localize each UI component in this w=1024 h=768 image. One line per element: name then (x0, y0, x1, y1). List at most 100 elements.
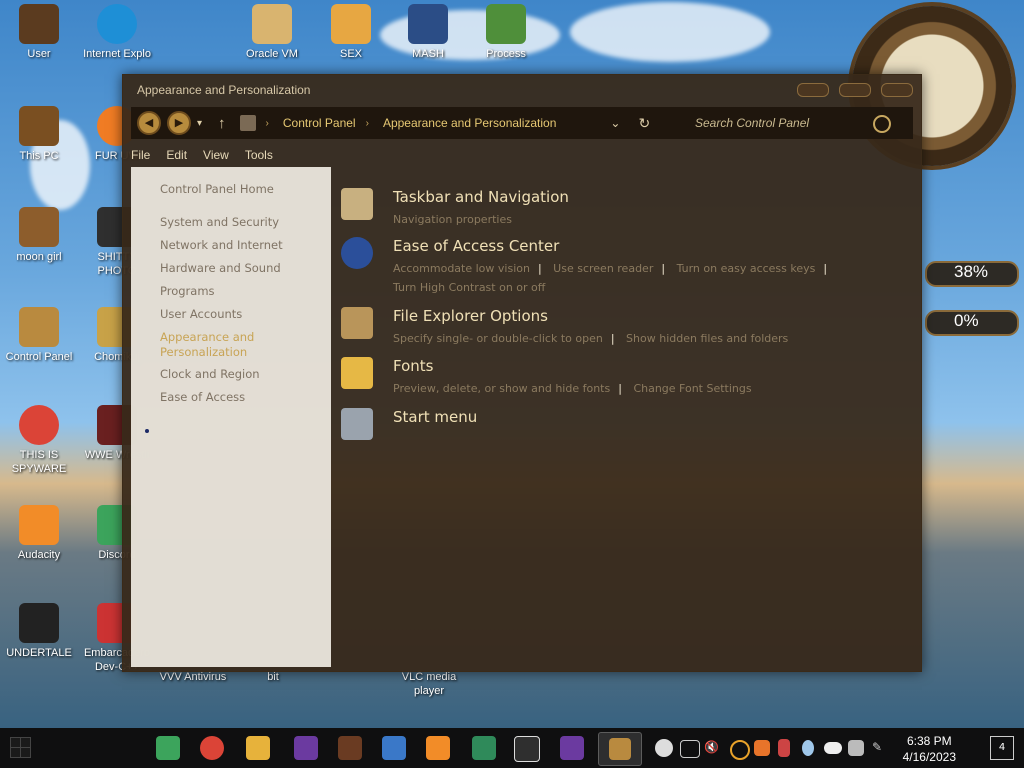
sidebar-item-programs[interactable]: Programs (160, 284, 215, 298)
link-single-double-click[interactable]: Specify single- or double-click to open (393, 332, 603, 345)
section-title[interactable]: File Explorer Options (393, 307, 548, 325)
desktop-icon-undertale[interactable]: UNDERTALE (2, 603, 76, 660)
user-folder-icon (19, 4, 59, 44)
search-icon[interactable] (730, 740, 750, 760)
pen-icon[interactable]: ✎ (872, 740, 888, 756)
desktop-icon-control-panel[interactable]: Control Panel (2, 307, 76, 364)
desktop-icon-chrome[interactable]: THIS IS SPYWARE (2, 405, 76, 476)
sidebar-item-clock-region[interactable]: Clock and Region (160, 367, 260, 381)
notifications-button[interactable]: 4 (990, 736, 1014, 760)
sidebar-item-system-security[interactable]: System and Security (160, 215, 279, 229)
menu-edit[interactable]: Edit (166, 148, 187, 162)
breadcrumb-separator-icon: › (265, 117, 269, 129)
desktop-icon-bit[interactable]: bit (236, 670, 310, 684)
time-text: 6:38 PM (906, 734, 952, 748)
taskbar: 🔇 ✎ 6:38 PM 4/16/2023 4 (0, 728, 1024, 768)
desktop-icon-vvv-antivirus[interactable]: VVV Antivirus (156, 670, 230, 684)
control-panel-window: Appearance and Personalization ◀ ▶ ▾ ↑ ›… (122, 74, 922, 672)
maximize-button[interactable] (839, 83, 871, 97)
winamp-icon[interactable] (338, 736, 362, 760)
cloud-icon[interactable] (824, 742, 842, 754)
history-dropdown-icon[interactable]: ▾ (197, 118, 202, 129)
paint-icon[interactable] (754, 740, 770, 756)
sidebar-item-ease-of-access[interactable]: Ease of Access (160, 390, 245, 404)
up-arrow-icon[interactable]: ↑ (218, 115, 226, 132)
breadcrumb-separator-icon: › (365, 117, 369, 129)
desktop-icon-mash[interactable]: MASH (391, 4, 465, 61)
cow-icon[interactable] (655, 739, 673, 757)
link-high-contrast[interactable]: Turn High Contrast on or off (393, 281, 545, 294)
start-button[interactable] (10, 737, 31, 758)
discord-icon[interactable] (156, 736, 180, 760)
desktop-icon-process[interactable]: Process (469, 4, 543, 61)
content-pane: Taskbar and Navigation Navigation proper… (341, 175, 901, 655)
network-icon[interactable] (680, 740, 700, 758)
windows-icon[interactable] (382, 736, 406, 760)
minimize-button[interactable] (797, 83, 829, 97)
sidebar-item-user-accounts[interactable]: User Accounts (160, 307, 242, 321)
vlc-icon[interactable] (426, 736, 450, 760)
clock[interactable]: 6:38 PM 4/16/2023 (903, 733, 956, 765)
link-low-vision[interactable]: Accommodate low vision (393, 262, 530, 275)
search-icon[interactable] (873, 115, 891, 133)
menu-view[interactable]: View (203, 148, 229, 162)
explorer-icon[interactable] (246, 736, 270, 760)
desktop-icon-user[interactable]: User (2, 4, 76, 61)
virtualbox-icon (252, 4, 292, 44)
link-show-hidden-files[interactable]: Show hidden files and folders (626, 332, 788, 345)
notifications-count: 4 (998, 742, 1006, 753)
refresh-icon[interactable]: ↻ (638, 115, 650, 132)
cat-icon[interactable] (514, 736, 540, 762)
link-navigation-properties[interactable]: Navigation properties (393, 213, 512, 226)
moon-girl-icon (19, 207, 59, 247)
active-indicator (145, 429, 149, 433)
link-easy-access-keys[interactable]: Turn on easy access keys (677, 262, 816, 275)
bottle-icon[interactable] (778, 739, 790, 757)
chess-icon[interactable] (848, 740, 864, 756)
desktop-icon-oracle-vm[interactable]: Oracle VM (235, 4, 309, 61)
breadcrumb-control-panel[interactable]: Control Panel (283, 116, 356, 130)
back-button[interactable]: ◀ (137, 111, 161, 135)
chrome-icon[interactable] (200, 736, 224, 760)
cpu-meter-text: 38% (954, 262, 989, 281)
link-change-font-settings[interactable]: Change Font Settings (633, 382, 751, 395)
section-title[interactable]: Ease of Access Center (393, 237, 559, 255)
sex-icon (331, 4, 371, 44)
active-taskbar-item[interactable] (598, 732, 642, 766)
sidebar-item-hardware-sound[interactable]: Hardware and Sound (160, 261, 281, 275)
section-title[interactable]: Fonts (393, 357, 433, 375)
link-screen-reader[interactable]: Use screen reader (553, 262, 653, 275)
bonzi2-icon[interactable] (560, 736, 584, 760)
menu-file[interactable]: File (131, 148, 150, 162)
window-controls (797, 83, 913, 97)
section-title[interactable]: Taskbar and Navigation (393, 188, 569, 206)
sidebar-item-network-internet[interactable]: Network and Internet (160, 238, 283, 252)
desktop-icon-moon-girl[interactable]: moon girl (2, 207, 76, 264)
fonts-icon (341, 357, 373, 389)
this-pc-icon (19, 106, 59, 146)
section-title[interactable]: Start menu (393, 408, 477, 426)
close-button[interactable] (881, 83, 913, 97)
drop-icon[interactable] (802, 740, 814, 756)
breadcrumb-appearance[interactable]: Appearance and Personalization (383, 116, 556, 130)
folder-options-icon (341, 307, 373, 339)
sidebar-item-appearance[interactable]: Appearance and Personalization (160, 330, 300, 360)
bonzi-icon[interactable] (294, 736, 318, 760)
volume-mute-icon[interactable]: 🔇 (704, 740, 720, 756)
address-dropdown-icon[interactable]: ⌄ (610, 116, 620, 130)
sidebar-item-control-panel-home[interactable]: Control Panel Home (160, 182, 274, 196)
menu-bar: File Edit View Tools (131, 143, 273, 167)
search-input[interactable]: Search Control Panel (685, 112, 895, 134)
desktop-icon-internet-explorer[interactable]: Internet Explo (80, 4, 154, 61)
menu-tools[interactable]: Tools (245, 148, 273, 162)
desktop-icon-sex[interactable]: SEX (314, 4, 388, 61)
desktop-icon-audacity[interactable]: Audacity (2, 505, 76, 562)
desktop-icon-vlc[interactable]: VLC media player (392, 670, 466, 698)
desktop-icon-this-pc[interactable]: This PC (2, 106, 76, 163)
start-menu-icon (341, 408, 373, 440)
link-preview-fonts[interactable]: Preview, delete, or show and hide fonts (393, 382, 610, 395)
section-links: Preview, delete, or show and hide fonts |… (393, 382, 752, 395)
forward-button[interactable]: ▶ (167, 111, 191, 135)
ram-meter-text: 0% (954, 311, 979, 330)
terminal-icon[interactable] (472, 736, 496, 760)
